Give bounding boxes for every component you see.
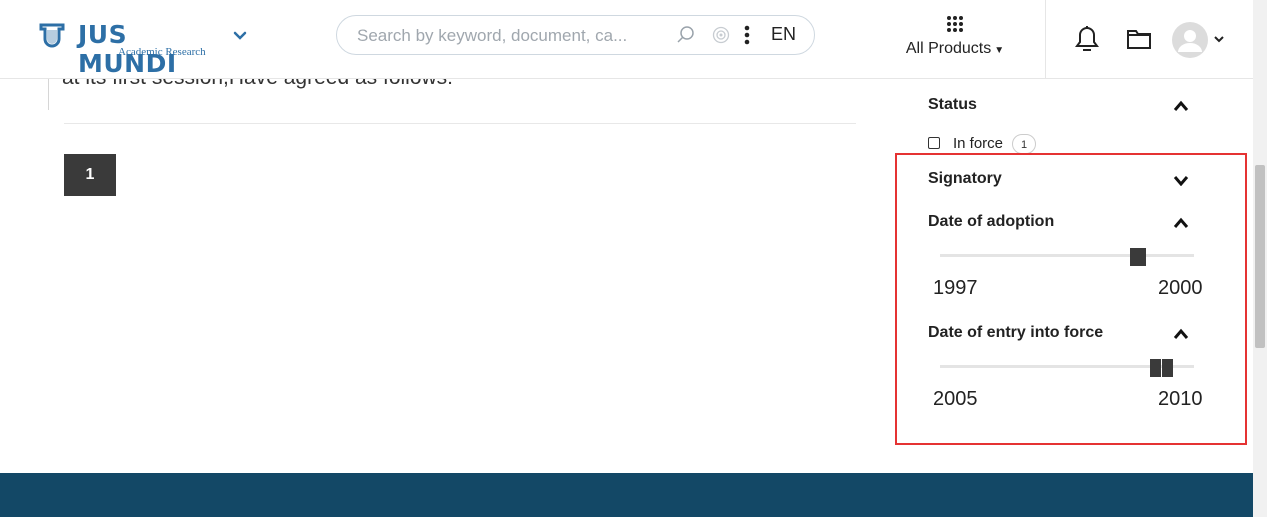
scrollbar-thumb[interactable] <box>1255 165 1265 348</box>
date-of-adoption-max: 2000 <box>1158 277 1203 299</box>
in-force-count-badge: 1 <box>1012 134 1036 154</box>
avatar-icon[interactable] <box>1172 22 1208 58</box>
in-force-checkbox[interactable] <box>928 137 940 149</box>
kebab-menu-icon[interactable] <box>743 24 751 46</box>
chevron-up-icon[interactable] <box>1173 328 1189 340</box>
pagination-page-button[interactable]: 1 <box>64 154 116 196</box>
status-filter-title[interactable]: Status <box>928 96 977 114</box>
date-of-entry-slider-handle-min[interactable] <box>1150 359 1161 377</box>
brand-subtitle: Academic Research <box>118 46 206 58</box>
date-of-entry-into-force-filter-title[interactable]: Date of entry into force <box>928 324 1103 342</box>
date-of-entry-max: 2010 <box>1158 388 1203 410</box>
chevron-down-icon[interactable] <box>1173 174 1189 186</box>
chevron-down-icon: ▼ <box>994 45 1005 56</box>
vertical-scrollbar[interactable] <box>1253 0 1267 517</box>
top-navigation-bar: JUS MUNDI Academic Research EN All <box>0 0 1253 79</box>
all-products-label: All Products ▼ <box>905 40 1005 57</box>
date-of-entry-min: 2005 <box>933 388 978 410</box>
language-selector[interactable]: EN <box>771 24 796 45</box>
divider <box>64 123 856 124</box>
folder-icon[interactable] <box>1126 28 1152 50</box>
date-of-adoption-slider-handle[interactable] <box>1130 248 1146 266</box>
chevron-down-icon[interactable] <box>1214 35 1224 43</box>
date-of-adoption-min: 1997 <box>933 277 978 299</box>
brand-logo-icon <box>39 23 65 48</box>
apps-grid-icon <box>947 16 963 32</box>
target-icon[interactable] <box>712 26 730 44</box>
search-input[interactable] <box>355 24 649 48</box>
in-force-label[interactable]: In force <box>953 135 1003 152</box>
search-icon[interactable] <box>676 25 696 45</box>
chevron-down-icon[interactable] <box>232 28 248 44</box>
footer <box>0 473 1253 517</box>
signatory-filter-title[interactable]: Signatory <box>928 170 1002 188</box>
date-of-adoption-slider-track[interactable] <box>940 254 1194 257</box>
chevron-up-icon[interactable] <box>1173 217 1189 229</box>
chevron-up-icon[interactable] <box>1173 100 1189 112</box>
brand-logo[interactable]: JUS MUNDI Academic Research <box>38 18 247 78</box>
all-products-menu[interactable]: All Products ▼ <box>900 14 1010 64</box>
header-divider <box>1045 0 1046 78</box>
bell-icon[interactable] <box>1075 25 1099 53</box>
date-of-adoption-filter-title[interactable]: Date of adoption <box>928 213 1054 231</box>
date-of-entry-slider-handle-max[interactable] <box>1162 359 1173 377</box>
search-bar: EN <box>336 15 815 55</box>
